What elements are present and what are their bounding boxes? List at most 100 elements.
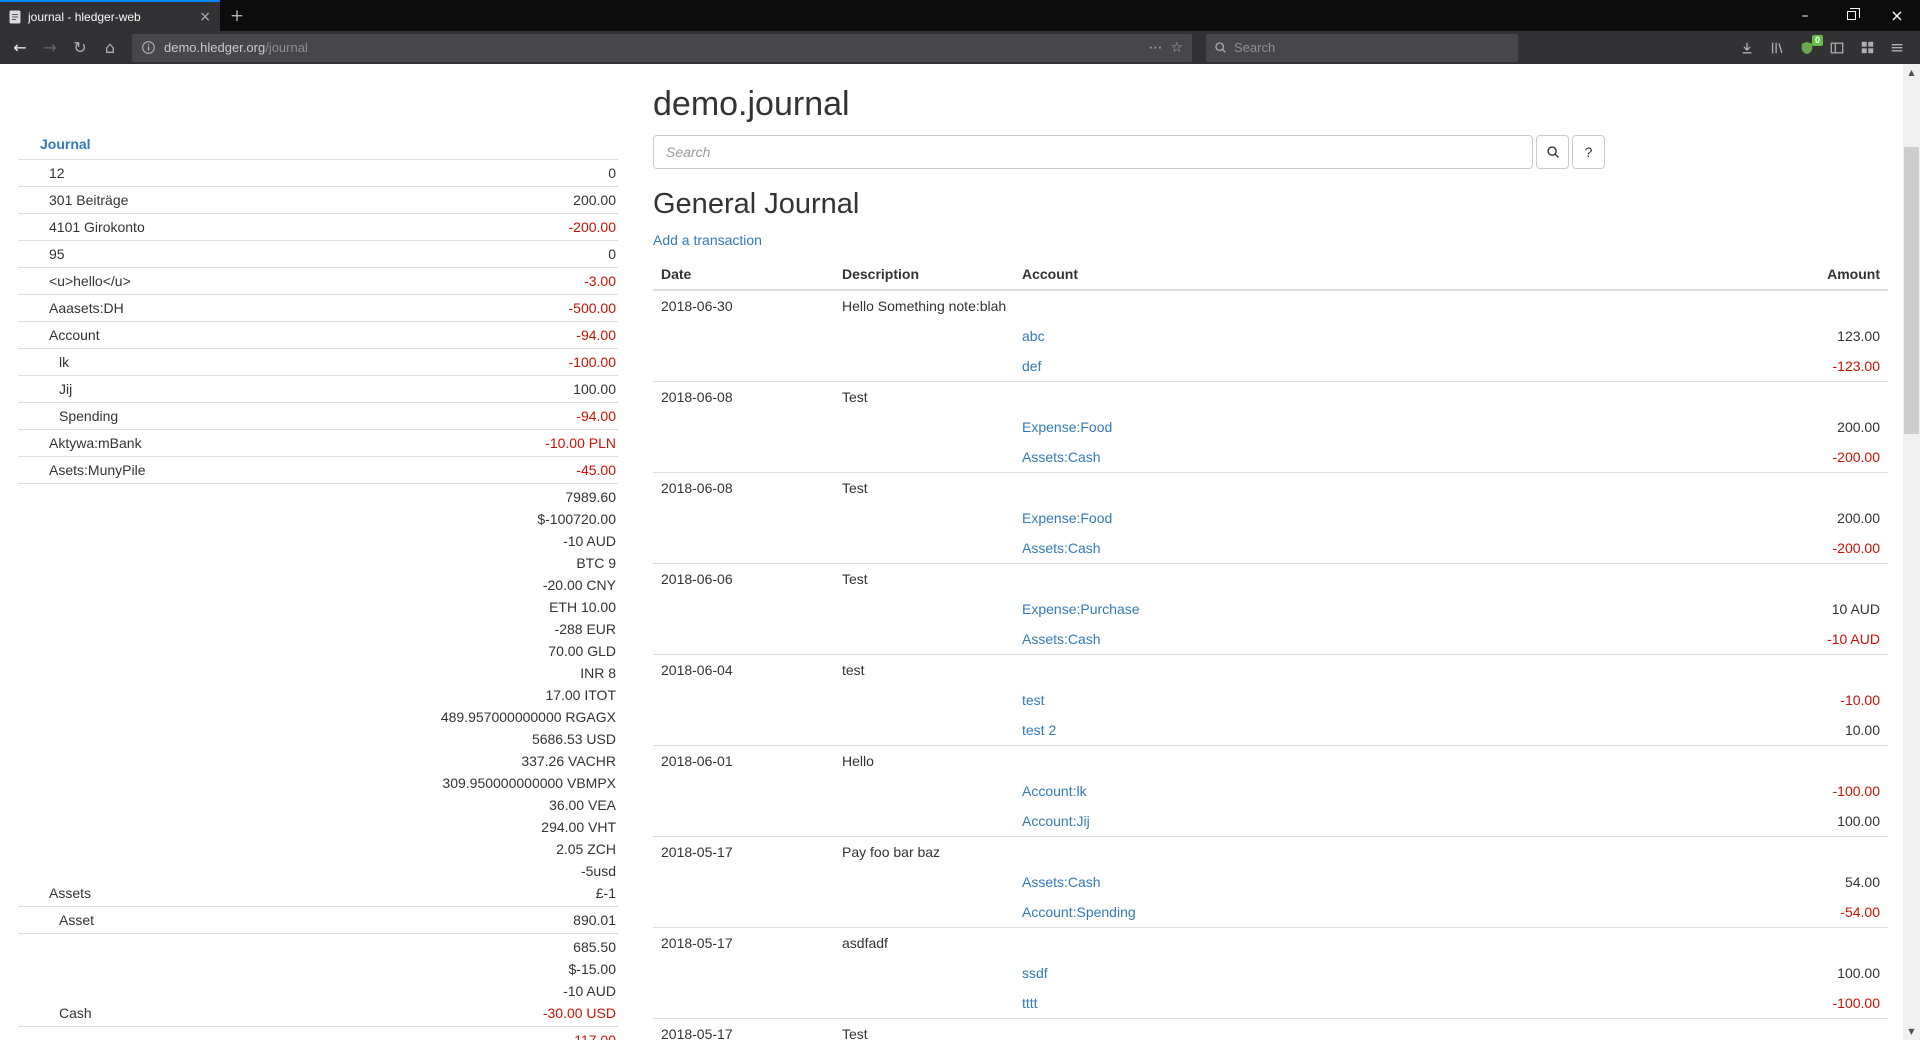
sidebar-account-balance: -94.00: [118, 405, 616, 427]
journal-search-form: ?: [653, 135, 1888, 169]
site-info-icon[interactable]: [141, 40, 156, 55]
posting-row: Assets:Cash54.00: [653, 867, 1888, 897]
hamburger-menu-icon[interactable]: ≡: [1882, 34, 1912, 62]
tab-close-icon[interactable]: ×: [199, 10, 211, 24]
balance-amount: 2.05 ZCH: [91, 838, 616, 860]
browser-chrome: journal - hledger-web × + – × ← → ↻ ⌂ de…: [0, 0, 1920, 64]
transaction-date: 2018-05-17: [653, 837, 834, 868]
posting-amount: 200.00: [1658, 412, 1888, 442]
balance-amount: £-1: [91, 882, 616, 904]
search-help-button[interactable]: ?: [1572, 135, 1605, 169]
back-button[interactable]: ←: [6, 34, 34, 62]
sidebar-account-link[interactable]: Aktywa:mBank: [49, 435, 142, 451]
transaction-row: 2018-06-04test: [653, 655, 1888, 686]
grid-icon[interactable]: [1852, 34, 1882, 62]
sidebar-account-balance: 0: [65, 162, 616, 184]
balance-amount: INR 8: [91, 662, 616, 684]
posting-account-link[interactable]: ssdf: [1022, 965, 1048, 981]
page-content: Journal 120301 Beiträge200.004101 Giroko…: [0, 64, 1903, 1040]
balance-amount: 890.01: [94, 909, 616, 931]
posting-account-link[interactable]: Expense:Purchase: [1022, 601, 1140, 617]
posting-account-link[interactable]: Expense:Food: [1022, 510, 1112, 526]
posting-account-link[interactable]: Assets:Cash: [1022, 449, 1101, 465]
search-submit-button[interactable]: [1536, 135, 1569, 169]
posting-account-link[interactable]: abc: [1022, 328, 1045, 344]
download-icon[interactable]: [1732, 34, 1762, 62]
window-minimize-button[interactable]: –: [1782, 0, 1828, 31]
new-tab-button[interactable]: +: [220, 0, 254, 31]
posting-account-link[interactable]: Account:Jij: [1022, 813, 1090, 829]
sidebar-account-link[interactable]: Asets:MunyPile: [49, 462, 145, 478]
url-bar[interactable]: demo.hledger.org/journal ⋯ ☆: [132, 34, 1192, 62]
sidebar-account-row: Asets:MunyPile-45.00: [18, 456, 618, 483]
posting-account-link[interactable]: Assets:Cash: [1022, 874, 1101, 890]
posting-amount: -10.00: [1658, 685, 1888, 715]
sidebar-account-row: -117.00: [18, 1026, 618, 1040]
journal-search-input[interactable]: [653, 135, 1533, 169]
posting-row: Assets:Cash-200.00: [653, 533, 1888, 564]
browser-tab[interactable]: journal - hledger-web ×: [0, 0, 220, 31]
browser-search-input[interactable]: [1234, 40, 1510, 55]
posting-account-link[interactable]: test: [1022, 692, 1045, 708]
posting-account-link[interactable]: Account:lk: [1022, 783, 1087, 799]
sidebar-account-link[interactable]: Aaasets:DH: [49, 300, 124, 316]
posting-account-link[interactable]: Expense:Food: [1022, 419, 1112, 435]
sidebar-toggle-icon[interactable]: [1822, 34, 1852, 62]
transaction-description: Test: [834, 564, 1014, 595]
posting-amount: 123.00: [1658, 321, 1888, 351]
balance-amount: 294.00 VHT: [91, 816, 616, 838]
sidebar-account-link[interactable]: Jij: [59, 381, 72, 397]
forward-button[interactable]: →: [36, 34, 64, 62]
sidebar-account-balance: 685.50$-15.00-10 AUD-30.00 USD: [92, 936, 616, 1024]
sidebar-account-link[interactable]: 95: [49, 246, 65, 262]
url-domain: demo.hledger.org: [164, 40, 265, 55]
page-actions-icon[interactable]: ⋯: [1148, 40, 1162, 56]
posting-account-link[interactable]: test 2: [1022, 722, 1056, 738]
scrollbar-thumb[interactable]: [1904, 147, 1919, 434]
sidebar-account-link[interactable]: 12: [49, 165, 65, 181]
posting-amount: 100.00: [1658, 958, 1888, 988]
sidebar-account-row: Asset890.01: [18, 906, 618, 933]
search-icon: [1214, 41, 1227, 54]
sidebar-account-balance: -3.00: [131, 270, 616, 292]
add-transaction-link[interactable]: Add a transaction: [653, 232, 762, 248]
home-button[interactable]: ⌂: [96, 34, 124, 62]
bookmark-star-icon[interactable]: ☆: [1170, 40, 1183, 56]
sidebar-account-link[interactable]: lk: [59, 354, 69, 370]
browser-search-box[interactable]: [1206, 34, 1518, 62]
posting-amount: -200.00: [1658, 442, 1888, 473]
balance-amount: -5usd: [91, 860, 616, 882]
balance-amount: -288 EUR: [91, 618, 616, 640]
sidebar-accounts: Journal 120301 Beiträge200.004101 Giroko…: [18, 130, 618, 1040]
posting-account-link[interactable]: Assets:Cash: [1022, 631, 1101, 647]
sidebar-journal-link[interactable]: Journal: [40, 136, 91, 152]
sidebar-account-row: Aktywa:mBank-10.00 PLN: [18, 429, 618, 456]
posting-row: Expense:Food200.00: [653, 503, 1888, 533]
sidebar-account-balance: -200.00: [145, 216, 616, 238]
sidebar-account-link[interactable]: Spending: [59, 408, 118, 424]
scrollbar-down-arrow[interactable]: ▼: [1903, 1023, 1920, 1040]
posting-account-link[interactable]: Assets:Cash: [1022, 540, 1101, 556]
balance-amount: 489.957000000000 RGAGX: [91, 706, 616, 728]
scrollbar-up-arrow[interactable]: ▲: [1903, 64, 1920, 81]
transaction-row: 2018-06-08Test: [653, 473, 1888, 504]
sidebar-account-link[interactable]: Asset: [59, 912, 94, 928]
posting-amount: -10 AUD: [1658, 624, 1888, 655]
library-icon[interactable]: [1762, 34, 1792, 62]
sidebar-account-link[interactable]: Account: [49, 327, 100, 343]
sidebar-account-row: 950: [18, 240, 618, 267]
reload-button[interactable]: ↻: [66, 34, 94, 62]
page-scrollbar[interactable]: ▲ ▼: [1903, 64, 1920, 1040]
window-restore-button[interactable]: [1828, 0, 1874, 31]
sidebar-account-balance: 0: [65, 243, 616, 265]
window-close-button[interactable]: ×: [1874, 0, 1920, 31]
posting-account-link[interactable]: Account:Spending: [1022, 904, 1136, 920]
adblock-extension-icon[interactable]: 0: [1792, 34, 1822, 62]
sidebar-account-link[interactable]: <u>hello</u>: [49, 273, 131, 289]
sidebar-account-link[interactable]: 301 Beiträge: [49, 192, 128, 208]
posting-account-link[interactable]: def: [1022, 358, 1041, 374]
sidebar-account-link[interactable]: Assets: [49, 885, 91, 901]
sidebar-account-link[interactable]: Cash: [59, 1005, 92, 1021]
sidebar-account-link[interactable]: 4101 Girokonto: [49, 219, 145, 235]
posting-account-link[interactable]: tttt: [1022, 995, 1038, 1011]
